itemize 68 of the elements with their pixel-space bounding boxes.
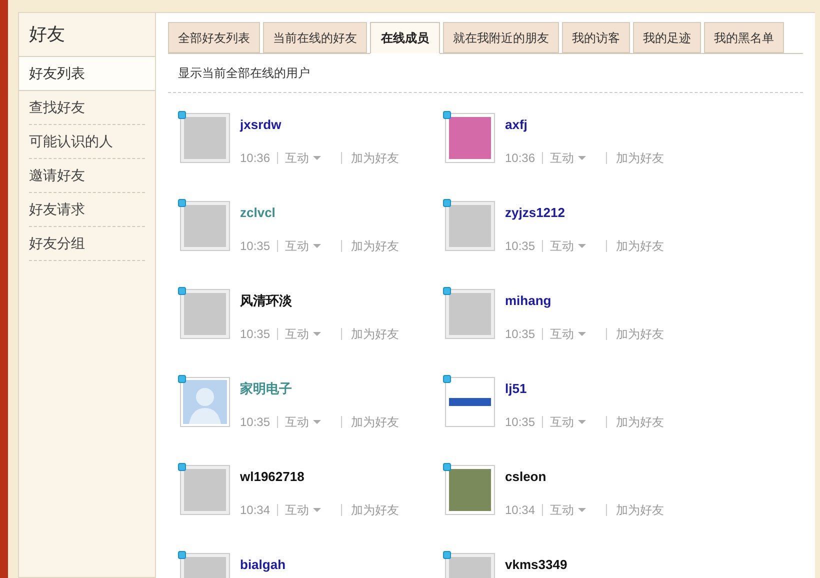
online-time: 10:35 bbox=[505, 326, 536, 343]
online-time: 10:35 bbox=[240, 414, 270, 431]
avatar-image bbox=[180, 289, 230, 339]
online-time: 10:36 bbox=[240, 150, 270, 167]
tab[interactable]: 全部好友列表 bbox=[168, 22, 260, 53]
caret-icon bbox=[578, 332, 586, 336]
tab[interactable]: 在线成员 bbox=[370, 22, 440, 54]
member-name[interactable]: mihang bbox=[505, 291, 664, 310]
online-status-icon bbox=[443, 463, 451, 471]
sidebar-item[interactable]: 可能认识的人 bbox=[29, 125, 145, 159]
member-name[interactable]: bialgah bbox=[240, 555, 286, 574]
online-status-icon bbox=[178, 551, 186, 559]
member-name[interactable]: jxsrdw bbox=[240, 115, 400, 134]
default-avatar-icon bbox=[180, 377, 230, 427]
member-name[interactable]: lj51 bbox=[505, 379, 664, 398]
caret-icon bbox=[578, 420, 586, 424]
online-time: 10:35 bbox=[505, 238, 536, 255]
online-time: 10:36 bbox=[505, 150, 536, 167]
member-name[interactable]: vkms3349 bbox=[505, 555, 568, 574]
caret-icon bbox=[313, 508, 322, 512]
online-status-icon bbox=[443, 199, 451, 207]
member-name[interactable]: zyjzs1212 bbox=[505, 203, 664, 222]
sidebar-item[interactable]: 好友分组 bbox=[29, 227, 145, 261]
tab[interactable]: 当前在线的好友 bbox=[263, 22, 367, 53]
avatar-image bbox=[445, 201, 495, 251]
online-status-icon bbox=[443, 287, 451, 295]
online-time: 10:34 bbox=[505, 502, 536, 519]
online-status-icon bbox=[443, 111, 451, 119]
member-name[interactable]: 风清环淡 bbox=[240, 291, 400, 310]
avatar-image bbox=[445, 377, 495, 427]
member-name[interactable]: zclvcl bbox=[240, 203, 400, 222]
online-status-icon bbox=[178, 287, 186, 295]
caret-icon bbox=[313, 156, 322, 160]
tab[interactable]: 我的黑名单 bbox=[704, 22, 784, 53]
sidebar-item[interactable]: 好友列表 bbox=[19, 57, 155, 91]
online-status-icon bbox=[178, 111, 186, 119]
online-status-icon bbox=[443, 551, 451, 559]
tab[interactable]: 我的访客 bbox=[562, 22, 630, 53]
tab[interactable]: 就在我附近的朋友 bbox=[443, 22, 559, 53]
caret-icon bbox=[578, 156, 586, 160]
sidebar-item[interactable]: 查找好友 bbox=[29, 91, 145, 125]
member-name[interactable]: axfj bbox=[505, 115, 664, 134]
member-name[interactable]: wl1962718 bbox=[240, 467, 400, 486]
member-name[interactable]: 家明电子 bbox=[240, 379, 400, 398]
caret-icon bbox=[578, 244, 586, 248]
avatar-image bbox=[180, 113, 230, 163]
caret-icon bbox=[313, 420, 322, 424]
photo-placeholder bbox=[445, 113, 495, 163]
avatar-image bbox=[445, 289, 495, 339]
online-status-icon bbox=[178, 463, 186, 471]
online-status-icon bbox=[178, 199, 186, 207]
online-status-icon bbox=[178, 375, 186, 383]
sidebar-item[interactable]: 好友请求 bbox=[29, 193, 145, 227]
online-time: 10:35 bbox=[505, 414, 536, 431]
page-description: 显示当前全部在线的用户 bbox=[168, 54, 803, 93]
online-time: 10:35 bbox=[240, 326, 270, 343]
online-status-icon bbox=[443, 375, 451, 383]
online-time: 10:35 bbox=[240, 238, 270, 255]
avatar-image bbox=[180, 201, 230, 251]
avatar-image bbox=[180, 465, 230, 515]
caret-icon bbox=[313, 332, 322, 336]
sidebar-item[interactable]: 邀请好友 bbox=[29, 159, 145, 193]
tab[interactable]: 我的足迹 bbox=[633, 22, 701, 53]
caret-icon bbox=[313, 244, 322, 248]
photo-placeholder bbox=[445, 465, 495, 515]
online-time: 10:34 bbox=[240, 502, 270, 519]
member-name[interactable]: csleon bbox=[505, 467, 664, 486]
caret-icon bbox=[578, 508, 586, 512]
